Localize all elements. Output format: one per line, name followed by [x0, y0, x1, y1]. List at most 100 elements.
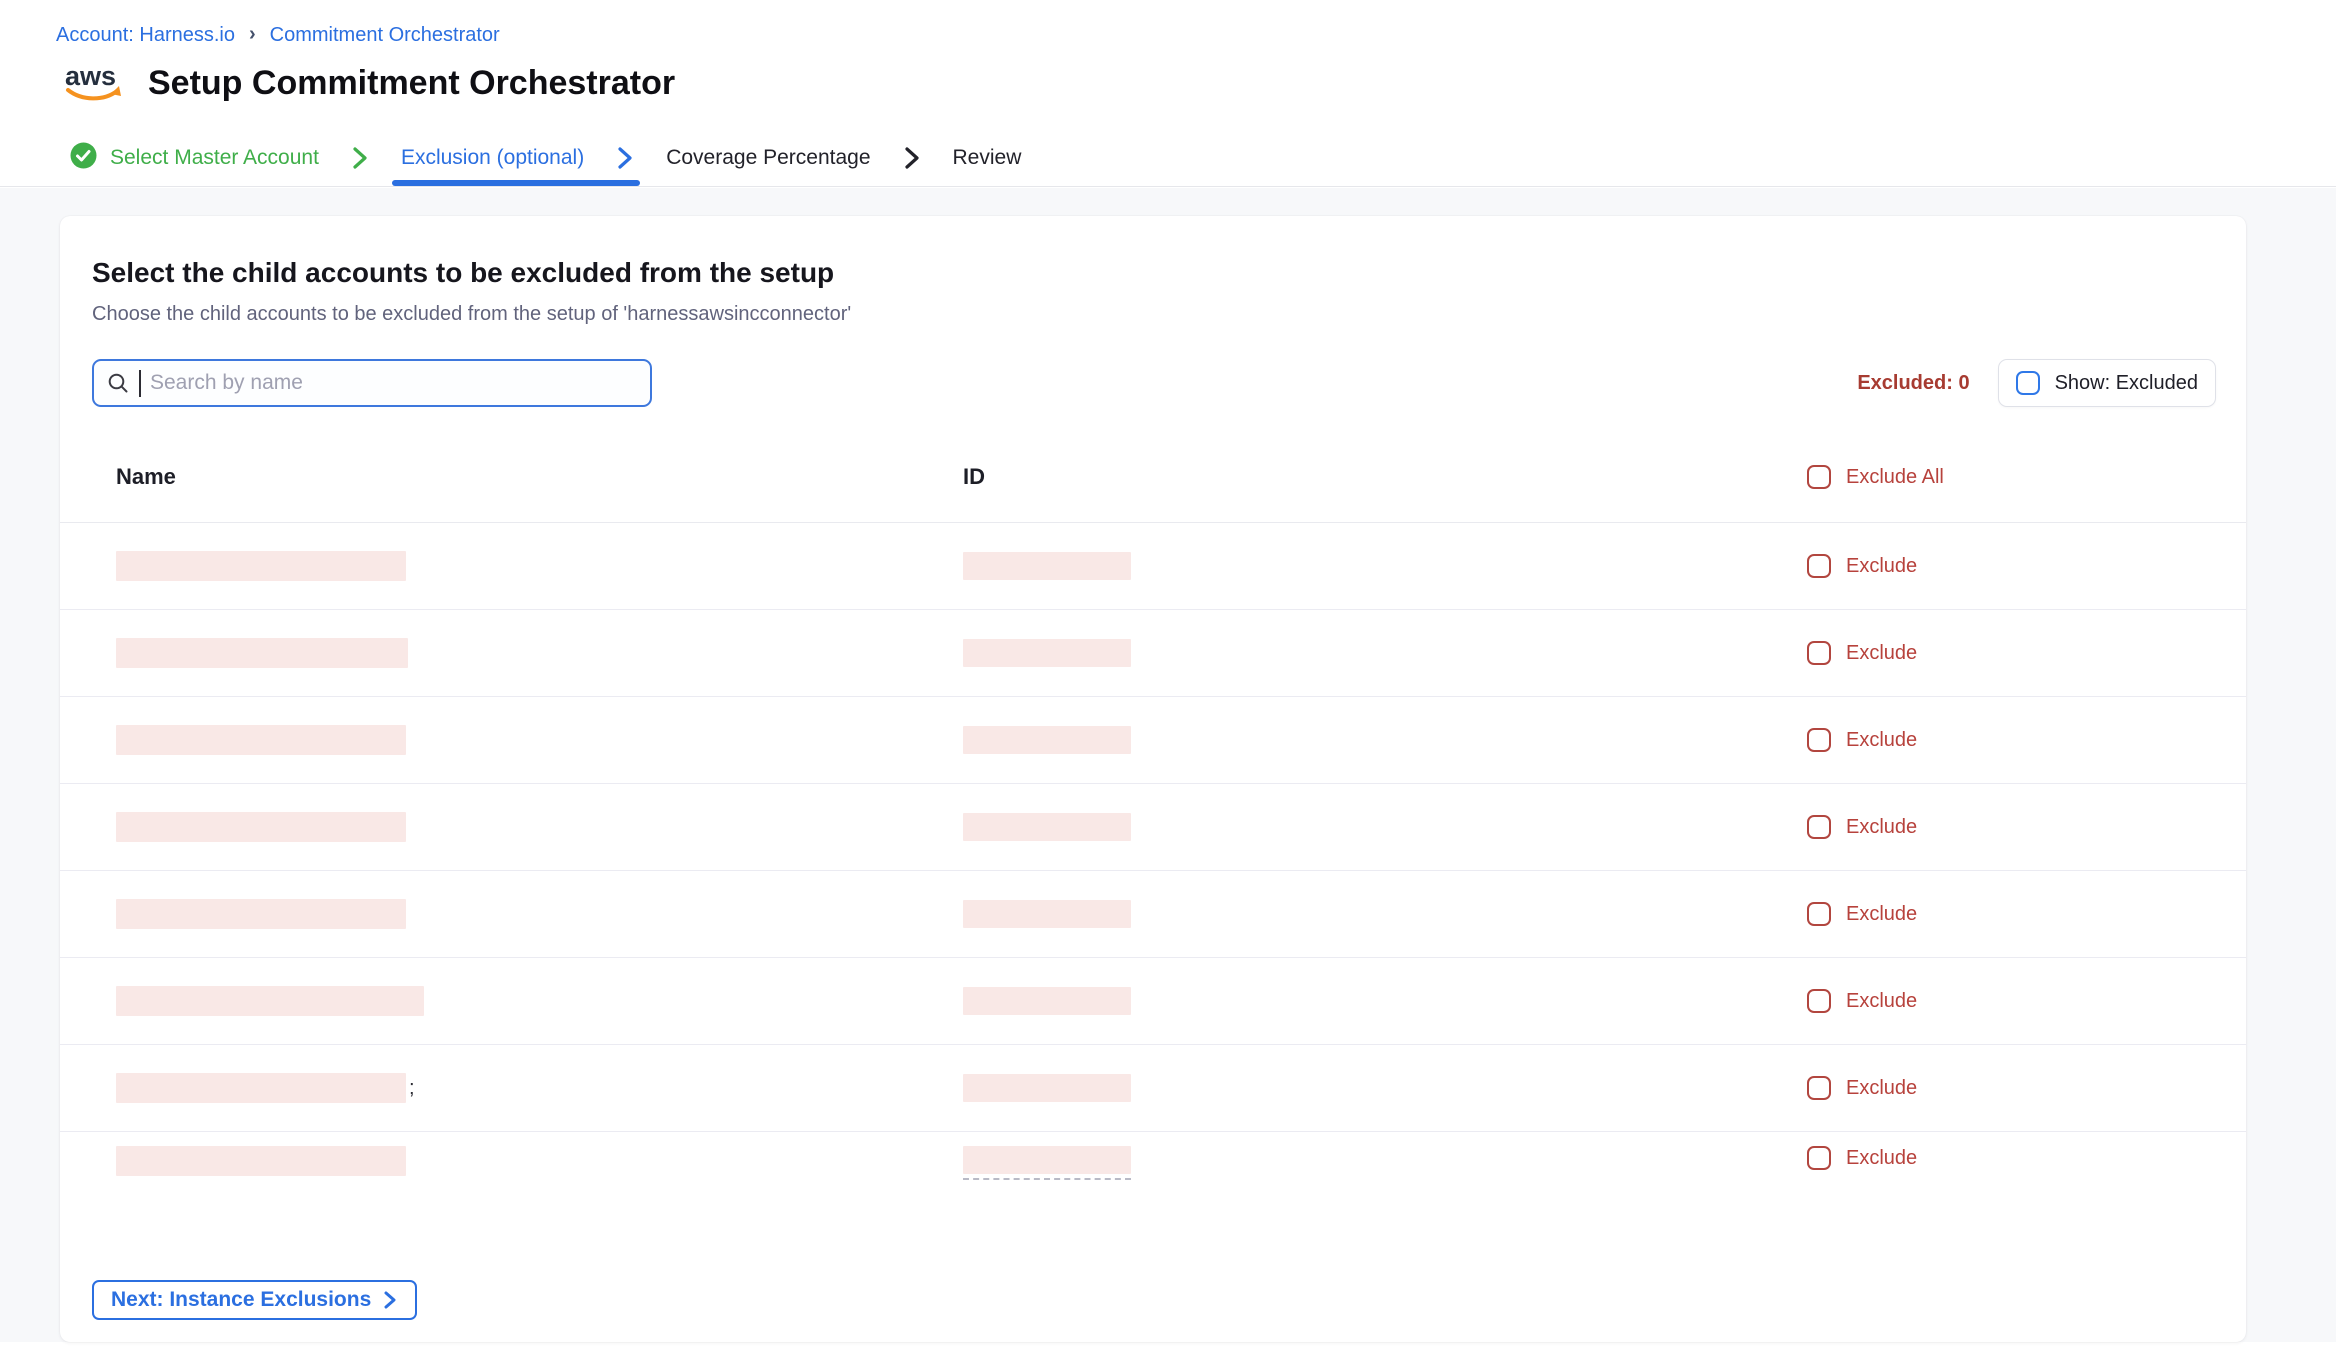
- redacted-id-bar: [963, 1074, 1131, 1102]
- account-id-redacted: [963, 639, 1807, 667]
- controls-row: Excluded: 0 Show: Excluded: [92, 359, 2216, 407]
- table-row: Exclude: [60, 958, 2246, 1045]
- step-coverage-percentage[interactable]: Coverage Percentage: [666, 130, 922, 186]
- exclude-checkbox[interactable]: [1807, 902, 1831, 926]
- exclude-label: Exclude: [1846, 903, 1917, 926]
- redacted-id-bar: [963, 1146, 1131, 1174]
- breadcrumb-link-account[interactable]: Account: Harness.io: [56, 24, 235, 47]
- account-id-redacted: [963, 552, 1807, 580]
- exclude-label: Exclude: [1846, 816, 1917, 839]
- column-header-name: Name: [116, 463, 963, 491]
- step-select-master-account[interactable]: Select Master Account: [70, 130, 371, 186]
- account-id-redacted: [963, 1074, 1807, 1102]
- table-rows: Exclude Exclude Exclude Exclude Exclude Exclu…: [60, 523, 2246, 1183]
- chevron-right-icon: [349, 145, 371, 171]
- table-row: Exclude: [60, 1132, 2246, 1183]
- exclude-all-group: Exclude All: [1807, 463, 2216, 491]
- breadcrumb: Account: Harness.io › Commitment Orchest…: [56, 24, 500, 47]
- account-name-redacted: [116, 551, 963, 581]
- account-id-redacted: [963, 1146, 1807, 1183]
- exclude-checkbox[interactable]: [1807, 641, 1831, 665]
- exclude-checkbox[interactable]: [1807, 815, 1831, 839]
- exclude-checkbox[interactable]: [1807, 728, 1831, 752]
- chevron-right-icon: [614, 145, 636, 171]
- breadcrumb-separator-icon: ›: [249, 23, 256, 46]
- redacted-name-bar: [116, 812, 406, 842]
- exclude-all-checkbox[interactable]: [1807, 465, 1831, 489]
- row-exclude-group: Exclude: [1807, 1076, 2246, 1100]
- column-header-id: ID: [963, 463, 1807, 491]
- redacted-name-bar: [116, 986, 424, 1016]
- table-header: Name ID Exclude All: [60, 463, 2246, 523]
- next-instance-exclusions-button[interactable]: Next: Instance Exclusions: [92, 1280, 417, 1320]
- table-row: Exclude: [60, 871, 2246, 958]
- exclude-label: Exclude: [1846, 990, 1917, 1013]
- redacted-id-bar: [963, 987, 1131, 1015]
- account-id-redacted: [963, 813, 1807, 841]
- exclude-label: Exclude: [1846, 642, 1917, 665]
- table-row: Exclude: [60, 784, 2246, 871]
- show-excluded-toggle[interactable]: Show: Excluded: [1998, 359, 2216, 407]
- row-exclude-group: Exclude: [1807, 989, 2246, 1013]
- show-excluded-checkbox[interactable]: [2016, 371, 2040, 395]
- search-input[interactable]: [150, 371, 637, 395]
- account-name-redacted: [116, 638, 963, 668]
- table-row: Exclude: [60, 523, 2246, 610]
- account-id-redacted: [963, 726, 1807, 754]
- step-label: Exclusion (optional): [401, 146, 584, 170]
- search-icon: [107, 372, 130, 395]
- redacted-id-bar: [963, 552, 1131, 580]
- account-id-redacted: [963, 900, 1807, 928]
- redacted-id-bar: [963, 726, 1131, 754]
- step-exclusion-optional[interactable]: Exclusion (optional): [401, 130, 636, 186]
- exclude-checkbox[interactable]: [1807, 554, 1831, 578]
- redacted-id-bar: [963, 813, 1131, 841]
- exclude-checkbox[interactable]: [1807, 1076, 1831, 1100]
- row-exclude-group: Exclude: [1807, 815, 2246, 839]
- redacted-name-bar: [116, 899, 406, 929]
- row-exclude-group: Exclude: [1807, 554, 2246, 578]
- exclusion-card: Select the child accounts to be excluded…: [60, 216, 2246, 1342]
- account-name-redacted: ;: [116, 1073, 963, 1103]
- redacted-name-bar: [116, 638, 408, 668]
- step-label: Select Master Account: [110, 146, 319, 170]
- page-title: Setup Commitment Orchestrator: [148, 64, 675, 103]
- wizard-stepper: Select Master Account Exclusion (optiona…: [70, 130, 1021, 186]
- exclude-label: Exclude: [1846, 1147, 1917, 1170]
- table-row: Exclude: [60, 610, 2246, 697]
- exclude-all-label: Exclude All: [1846, 463, 1944, 491]
- search-box[interactable]: [92, 359, 652, 407]
- account-name-redacted: [116, 725, 963, 755]
- page-header: Account: Harness.io › Commitment Orchest…: [0, 0, 2336, 187]
- row-exclude-group: Exclude: [1807, 728, 2246, 752]
- exclude-label: Exclude: [1846, 1077, 1917, 1100]
- breadcrumb-link-commitment-orchestrator[interactable]: Commitment Orchestrator: [270, 24, 500, 47]
- svg-text:aws: aws: [65, 61, 116, 91]
- aws-logo-icon: aws: [62, 58, 128, 109]
- account-name-redacted: [116, 1146, 963, 1176]
- redacted-name-bar: [116, 551, 406, 581]
- card-subtitle: Choose the child accounts to be excluded…: [92, 302, 2246, 326]
- redacted-name-bar: [116, 1073, 406, 1103]
- name-suffix-text: ;: [409, 1077, 415, 1100]
- step-review[interactable]: Review: [953, 130, 1022, 186]
- row-exclude-group: Exclude: [1807, 641, 2246, 665]
- chevron-right-icon: [382, 1290, 398, 1310]
- exclude-checkbox[interactable]: [1807, 989, 1831, 1013]
- chevron-right-icon: [901, 145, 923, 171]
- row-exclude-group: Exclude: [1807, 902, 2246, 926]
- right-controls: Excluded: 0 Show: Excluded: [1857, 359, 2216, 407]
- next-button-label: Next: Instance Exclusions: [111, 1288, 371, 1312]
- card-title: Select the child accounts to be excluded…: [92, 256, 2246, 289]
- excluded-count-label: Excluded: 0: [1857, 372, 1969, 395]
- exclude-label: Exclude: [1846, 729, 1917, 752]
- step-label: Coverage Percentage: [666, 146, 870, 170]
- redacted-id-bar: [963, 639, 1131, 667]
- account-name-redacted: [116, 986, 963, 1016]
- exclude-checkbox[interactable]: [1807, 1146, 1831, 1170]
- row-exclude-group: Exclude: [1807, 1146, 2246, 1170]
- exclude-label: Exclude: [1846, 555, 1917, 578]
- step-label: Review: [953, 146, 1022, 170]
- step-completed-check-icon: [70, 142, 97, 175]
- redacted-name-bar: [116, 1146, 406, 1176]
